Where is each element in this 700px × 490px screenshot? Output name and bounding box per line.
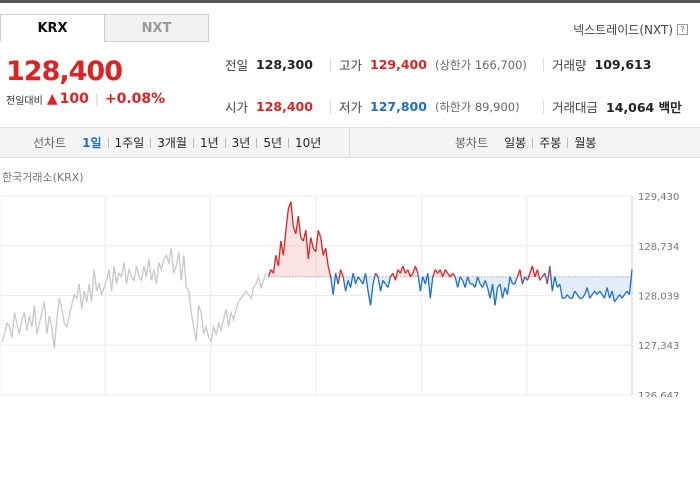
y-tick-label: 127,343: [638, 341, 679, 352]
line-chart-label: 선차트: [33, 136, 67, 150]
area-fill-segment: [470, 276, 473, 284]
change-label: 전일대비: [6, 95, 43, 107]
area-fill-segment: [579, 276, 583, 299]
tab-nxt[interactable]: NXT: [104, 14, 209, 42]
up-arrow-icon: ▲: [46, 91, 58, 107]
volume-value: 109,613: [594, 57, 652, 72]
y-tick-label: 129,430: [638, 192, 679, 203]
price-summary: 128,400 전일대비 ▲ 100 | +0.08%: [6, 56, 165, 107]
period-1day[interactable]: 1일: [76, 134, 107, 151]
period-1year[interactable]: 1년: [194, 134, 225, 151]
candle-daily[interactable]: 일봉: [498, 134, 532, 151]
low-value: 127,800: [370, 99, 427, 114]
y-tick-label: 128,734: [638, 242, 679, 253]
chart-toolbar: 선차트 1일 1주일 3개월 1년 3년 5년 10년 봉차트 일봉 주봉 월봉: [0, 127, 700, 158]
question-icon[interactable]: ?: [677, 24, 688, 35]
prev-close: 전일 128,300: [225, 55, 330, 74]
nextrade-link-label: 넥스트레이드(NXT): [573, 23, 673, 37]
amount-label: 거래대금: [552, 100, 599, 115]
open-label: 시가: [225, 100, 249, 115]
lower-limit: (하한가 89,900): [434, 99, 520, 114]
info-row-2: 시가 128,400 저가 127,800 (하한가 89,900) 거래대금 …: [225, 97, 682, 116]
divider: |: [94, 92, 99, 106]
low-label: 저가: [339, 100, 363, 115]
period-3month[interactable]: 3개월: [151, 134, 193, 151]
candle-weekly[interactable]: 주봉: [533, 134, 567, 151]
period-10year[interactable]: 10년: [289, 134, 327, 151]
tab-krx[interactable]: KRX: [0, 14, 105, 42]
y-tick-label: 128,039: [638, 291, 679, 302]
change-percent: +0.08%: [104, 91, 166, 107]
area-fill-segment: [562, 276, 565, 299]
period-3year[interactable]: 3년: [226, 134, 257, 151]
prev-close-label: 전일: [225, 58, 249, 73]
candle-chart-label: 봉차트: [455, 136, 489, 150]
volume: 거래량 109,613: [544, 55, 651, 74]
area-fill-segment: [288, 201, 291, 277]
open: 시가 128,400: [225, 97, 330, 116]
period-5year[interactable]: 5년: [257, 134, 288, 151]
intraday-price-chart[interactable]: 129,430 128,734 128,039 127,343 126,647: [0, 185, 700, 397]
volume-label: 거래량: [552, 58, 587, 73]
chart-title: 한국거래소(KRX): [2, 171, 84, 184]
prev-day-line: [1, 248, 267, 349]
trade-amount: 거래대금 14,064 백만: [544, 97, 682, 116]
area-fill-segment: [512, 276, 515, 284]
price-change: 전일대비 ▲ 100 | +0.08%: [6, 91, 165, 107]
period-1week[interactable]: 1주일: [109, 134, 151, 151]
high: 고가 129,400 (상한가 166,700): [331, 55, 543, 74]
area-fill-segment: [300, 237, 304, 277]
candle-chart-periods: 봉차트 일봉 주봉 월봉: [350, 128, 700, 157]
y-axis-labels: 129,430 128,734 128,039 127,343 126,647: [638, 192, 679, 397]
candle-monthly[interactable]: 월봉: [568, 134, 602, 151]
open-value: 128,400: [256, 99, 313, 114]
amount-value: 14,064 백만: [606, 100, 682, 115]
nextrade-link[interactable]: 넥스트레이드(NXT) ?: [573, 21, 688, 38]
area-fill-segment: [313, 248, 316, 277]
change-value: 100: [59, 91, 89, 107]
area-fill-segment: [569, 276, 573, 299]
high-value: 129,400: [370, 57, 427, 72]
chart-series: [1, 201, 633, 349]
current-price: 128,400: [6, 56, 123, 87]
low: 저가 127,800 (하한가 89,900): [331, 97, 543, 116]
chart-grid: [0, 195, 633, 396]
high-label: 고가: [339, 58, 363, 73]
upper-limit: (상한가 166,700): [434, 57, 527, 72]
info-row-1: 전일 128,300 고가 129,400 (상한가 166,700) 거래량 …: [225, 55, 651, 74]
y-tick-label: 126,647: [638, 391, 679, 397]
market-tabs: KRX NXT: [0, 14, 209, 42]
top-border: [0, 0, 700, 3]
line-chart-periods: 선차트 1일 1주일 3개월 1년 3년 5년 10년: [0, 128, 350, 157]
prev-close-value: 128,300: [256, 57, 313, 72]
area-fill-segment: [293, 226, 296, 277]
